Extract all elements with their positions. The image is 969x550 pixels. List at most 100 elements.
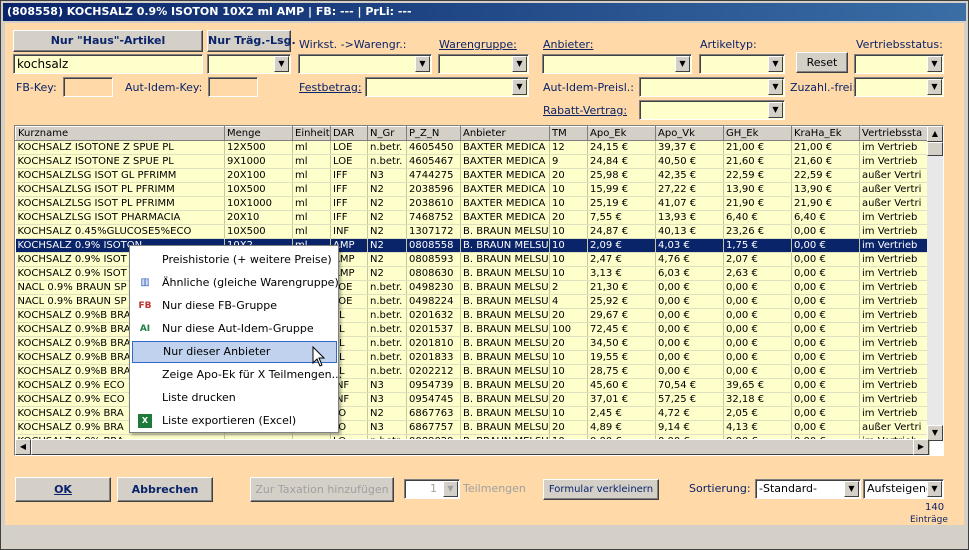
festbetrag-select[interactable]: ▼ — [365, 77, 529, 97]
table-cell: 4,03 € — [655, 238, 724, 253]
table-row[interactable]: KOCHSALZLSG ISOT PL PFRIMM 10X1000 ml IFF N2… — [15, 196, 930, 211]
anbieter-label: Anbieter: — [543, 38, 594, 51]
ctx-teilmengen[interactable]: Zeige Apo-Ek für X Teilmengen... — [132, 364, 342, 386]
column-header[interactable]: N_Gr — [367, 126, 407, 141]
ctx-drucken[interactable]: Liste drucken — [132, 387, 337, 409]
search-input[interactable]: kochsalz — [13, 54, 203, 74]
column-header[interactable]: DAR — [330, 126, 368, 141]
table-row[interactable]: KOCHSALZ ISOTONE Z SPUE PL 12X500 ml LOE n.b… — [15, 140, 930, 155]
column-header[interactable]: Menge — [224, 126, 293, 141]
ok-button[interactable]: OK — [15, 477, 111, 502]
chevron-down-icon[interactable]: ▼ — [675, 56, 690, 72]
vertriebsstatus-select[interactable]: ▼ — [854, 54, 944, 74]
anbieter-select[interactable]: ▼ — [542, 54, 692, 74]
table-cell: 21,30 € — [587, 280, 656, 295]
wirkst-select[interactable]: ▼ — [298, 54, 432, 74]
traeg-select[interactable]: ▼ — [207, 54, 291, 74]
scroll-down-icon[interactable]: ▼ — [927, 425, 943, 441]
ctx-autidem-gruppe[interactable]: AI Nur diese Aut-Idem-Gruppe — [132, 318, 337, 340]
table-row[interactable]: KOCHSALZ ISOTONE Z SPUE PL 9X1000 ml LOE n.b… — [15, 154, 930, 169]
chevron-down-icon[interactable]: ▼ — [927, 79, 942, 95]
table-cell: KOCHSALZ ISOTONE Z SPUE PL — [15, 140, 225, 155]
teilmengen-stepper[interactable]: 1 ▼ — [404, 479, 460, 499]
vertical-scrollbar[interactable]: ▲ ▼ — [927, 126, 943, 441]
table-cell: 0498224 — [406, 294, 461, 309]
table-cell: 0,00 € — [655, 350, 724, 365]
warengruppe-select[interactable]: ▼ — [438, 54, 529, 74]
zuzahl-select[interactable]: ▼ — [854, 77, 944, 97]
table-row[interactable]: KOCHSALZLSG ISOT PHARMACIA 20X10 ml IFF N2 74… — [15, 210, 930, 225]
ctx-anbieter[interactable]: Nur dieser Anbieter — [132, 341, 337, 363]
column-header[interactable]: Einheit — [292, 126, 331, 141]
ctx-fb-gruppe[interactable]: FB Nur diese FB-Gruppe — [132, 295, 337, 317]
table-cell: BAXTER MEDICA — [460, 168, 550, 183]
rabatt-select[interactable]: ▼ — [639, 100, 785, 120]
scroll-left-icon[interactable]: ◀ — [15, 439, 31, 455]
table-cell: außer Vertri — [859, 168, 930, 183]
table-cell: n.betr. — [367, 140, 407, 155]
table-cell: 20 — [549, 336, 588, 351]
hscroll-thumb[interactable] — [31, 439, 915, 455]
table-cell: 0,00 € — [655, 294, 724, 309]
scroll-right-icon[interactable]: ▶ — [913, 439, 929, 455]
column-header[interactable]: TM — [549, 126, 588, 141]
table-cell: 0,00 € — [791, 266, 860, 281]
taxation-button[interactable]: Zur Taxation hinzufügen — [250, 477, 394, 502]
sortierung-select[interactable]: -Standard- ▼ — [755, 479, 861, 499]
table-row[interactable]: KOCHSALZLSG ISOT GL PFRIMM 20X100 ml IFF N3 4… — [15, 168, 930, 183]
chevron-down-icon[interactable]: ▼ — [512, 56, 527, 72]
scroll-up-icon[interactable]: ▲ — [927, 126, 943, 142]
table-cell: 0,00 € — [655, 308, 724, 323]
table-cell: 32,18 € — [723, 392, 792, 407]
chevron-down-icon[interactable]: ▼ — [274, 56, 289, 72]
column-header[interactable]: P_Z_N — [406, 126, 461, 141]
table-cell: 20 — [549, 210, 588, 225]
chevron-down-icon[interactable]: ▼ — [512, 79, 527, 95]
table-cell: 12 — [549, 140, 588, 155]
chevron-down-icon[interactable]: ▼ — [768, 79, 783, 95]
table-cell: 20 — [549, 378, 588, 393]
zuzahl-label: Zuzahl.-frei: — [790, 81, 857, 94]
chevron-down-icon[interactable]: ▼ — [927, 56, 942, 72]
abbrechen-button[interactable]: Abbrechen — [117, 477, 213, 502]
table-cell: im Vertrieb — [859, 364, 930, 379]
reset-button[interactable]: Reset — [796, 52, 848, 73]
chevron-down-icon[interactable]: ▼ — [415, 56, 430, 72]
ctx-preishistorie[interactable]: Preishistorie (+ weitere Preise) — [132, 249, 337, 271]
column-header[interactable]: KraHa_Ek — [791, 126, 860, 141]
excel-icon: X — [138, 414, 152, 428]
horizontal-scrollbar[interactable]: ◀ ▶ — [15, 439, 929, 455]
traeg-lsg-button[interactable]: Nur Träg.-Lsg. — [207, 30, 296, 52]
ai-icon: AI — [139, 324, 151, 334]
table-cell: BAXTER MEDICA — [460, 210, 550, 225]
table-cell: B. BRAUN MELSU — [460, 280, 550, 295]
column-header[interactable]: Apo_Vk — [655, 126, 724, 141]
column-header[interactable]: Kurzname — [15, 126, 225, 141]
column-header[interactable]: Apo_Ek — [587, 126, 656, 141]
formular-verkleinern-button[interactable]: Formular verkleinern — [543, 479, 659, 500]
column-header[interactable]: GH_Ek — [723, 126, 792, 141]
ctx-exportieren[interactable]: X Liste exportieren (Excel) — [132, 410, 337, 432]
autidempreisl-select[interactable]: ▼ — [639, 77, 785, 97]
fbkey-field[interactable] — [63, 77, 113, 97]
table-cell: BAXTER MEDICA — [460, 196, 550, 211]
chevron-down-icon[interactable]: ▼ — [768, 56, 783, 72]
chevron-down-icon[interactable]: ▼ — [768, 102, 783, 118]
table-cell: 0808630 — [406, 266, 461, 281]
autidemkey-field[interactable] — [208, 77, 258, 97]
chevron-down-icon[interactable]: ▼ — [927, 481, 942, 497]
table-row[interactable]: KOCHSALZ 0.45%GLUCOSE5%ECO 10X500 ml INF N2 1… — [15, 224, 930, 239]
table-cell: 6,40 € — [791, 210, 860, 225]
table-cell: 0,00 € — [723, 308, 792, 323]
artikeltyp-select[interactable]: ▼ — [699, 54, 785, 74]
chevron-down-icon[interactable]: ▼ — [443, 481, 458, 497]
haus-artikel-button[interactable]: Nur "Haus"-Artikel — [13, 30, 203, 52]
table-row[interactable]: KOCHSALZLSG ISOT PL PFRIMM 10X500 ml IFF N2 2… — [15, 182, 930, 197]
column-header[interactable]: Anbieter — [460, 126, 550, 141]
table-cell: n.betr. — [367, 336, 407, 351]
chevron-down-icon[interactable]: ▼ — [844, 481, 859, 497]
ctx-aehnliche[interactable]: ▥ Ähnliche (gleiche Warengruppe) — [132, 272, 338, 294]
scroll-thumb[interactable] — [927, 142, 943, 156]
column-header[interactable]: Vertriebssta — [859, 126, 930, 141]
order-select[interactable]: Aufsteigend ▼ — [863, 479, 944, 499]
